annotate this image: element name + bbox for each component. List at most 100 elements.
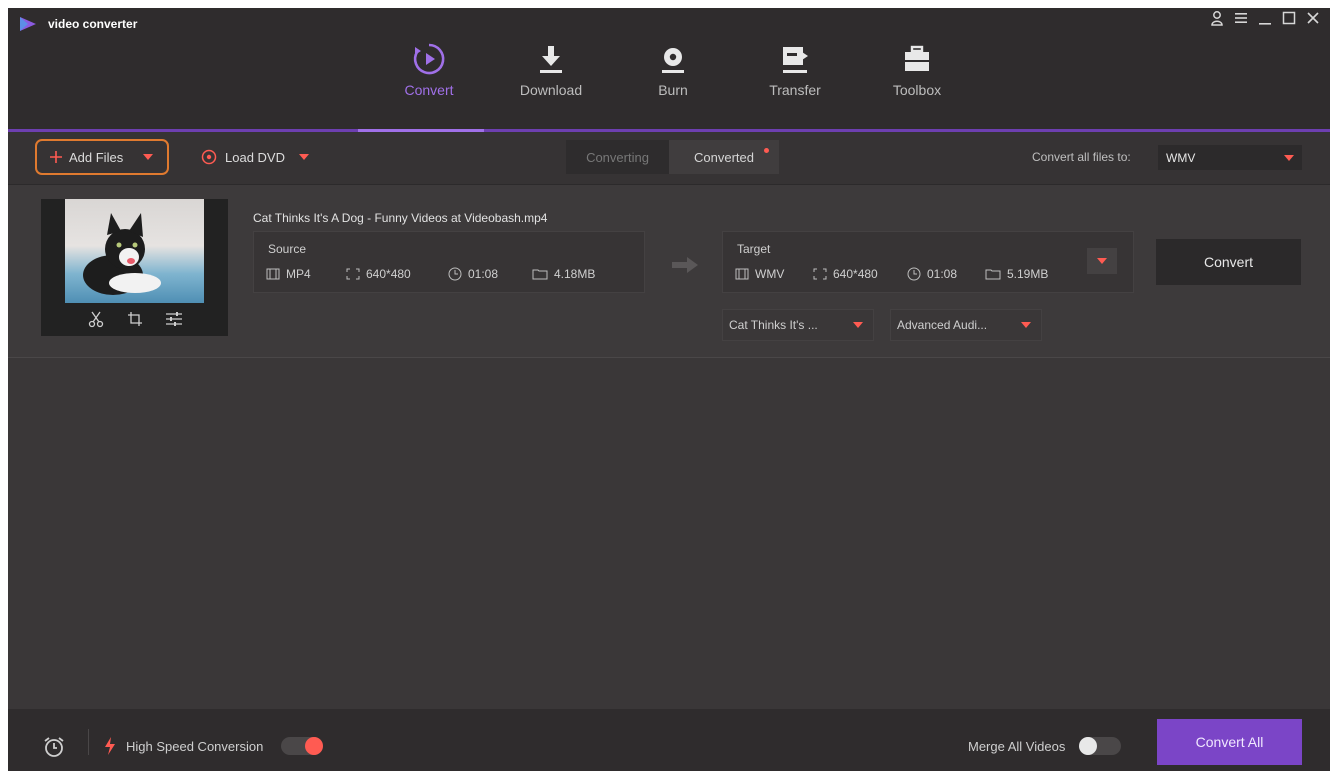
chevron-down-icon bbox=[853, 322, 863, 328]
target-size: 5.19MB bbox=[985, 267, 1048, 281]
target-format: WMV bbox=[735, 267, 784, 281]
tab-converted[interactable]: Converted bbox=[669, 140, 779, 174]
nav-convert-label: Convert bbox=[404, 82, 454, 98]
convert-all-files-label: Convert all files to: bbox=[1032, 150, 1131, 164]
film-icon bbox=[735, 268, 749, 280]
merge-toggle[interactable] bbox=[1079, 737, 1122, 755]
load-dvd-dropdown-icon[interactable] bbox=[298, 154, 309, 160]
clock-icon bbox=[448, 267, 462, 281]
nav-toolbox-label: Toolbox bbox=[892, 82, 942, 98]
close-icon[interactable] bbox=[1304, 10, 1322, 31]
notification-dot bbox=[764, 148, 769, 153]
download-icon bbox=[540, 46, 562, 73]
window-controls bbox=[1208, 10, 1322, 31]
maximize-icon[interactable] bbox=[1280, 10, 1298, 31]
status-tabs: Converting Converted bbox=[566, 140, 779, 174]
app-window: video converter Convert Download Burn Tr… bbox=[8, 8, 1330, 771]
source-duration: 01:08 bbox=[448, 267, 498, 281]
video-thumbnail[interactable] bbox=[65, 199, 204, 303]
audio-value: Advanced Audi... bbox=[897, 318, 988, 332]
source-info-box: Source MP4 640*480 01:08 4.18MB bbox=[253, 231, 645, 293]
resolution-icon bbox=[346, 268, 360, 280]
divider bbox=[88, 729, 89, 755]
plus-icon bbox=[50, 151, 62, 163]
target-info-box[interactable]: Target WMV 640*480 01:08 5.19MB bbox=[722, 231, 1134, 293]
arrow-right-icon bbox=[672, 257, 698, 273]
nav-transfer-label: Transfer bbox=[769, 82, 821, 98]
crop-icon[interactable] bbox=[127, 311, 143, 331]
tab-converted-label: Converted bbox=[694, 149, 754, 165]
high-speed-toggle[interactable] bbox=[281, 737, 324, 755]
cat-thumbnail-image bbox=[83, 213, 161, 295]
user-icon[interactable] bbox=[1208, 10, 1226, 31]
source-resolution: 640*480 bbox=[346, 267, 411, 281]
nav-burn-label: Burn bbox=[658, 82, 688, 98]
app-logo-icon bbox=[20, 17, 36, 31]
burn-icon bbox=[662, 48, 684, 73]
menu-icon[interactable] bbox=[1232, 10, 1250, 31]
convert-button[interactable]: Convert bbox=[1156, 239, 1301, 285]
dvd-icon bbox=[201, 149, 217, 165]
subtitle-value: Cat Thinks It's ... bbox=[729, 318, 818, 332]
file-name: Cat Thinks It's A Dog - Funny Videos at … bbox=[253, 211, 548, 225]
source-format: MP4 bbox=[266, 267, 311, 281]
chevron-down-icon bbox=[1284, 154, 1294, 161]
nav-download-label: Download bbox=[519, 82, 583, 98]
toolbar: Add Files Load DVD Converting Converted … bbox=[8, 132, 1330, 185]
toggle-knob bbox=[1079, 737, 1098, 755]
target-label: Target bbox=[737, 242, 771, 256]
toolbox-icon bbox=[905, 45, 929, 71]
thumbnail-tools bbox=[41, 307, 228, 335]
source-size-value: 4.18MB bbox=[554, 267, 596, 281]
source-size: 4.18MB bbox=[532, 267, 595, 281]
target-size-value: 5.19MB bbox=[1007, 267, 1049, 281]
toggle-knob bbox=[305, 737, 324, 755]
nav-toolbox[interactable]: Toolbox bbox=[856, 42, 978, 98]
top-bar: video converter Convert Download Burn Tr… bbox=[8, 8, 1330, 130]
merge-all-videos: Merge All Videos bbox=[968, 737, 1122, 755]
merge-label: Merge All Videos bbox=[968, 738, 1066, 754]
add-files-dropdown-icon[interactable] bbox=[143, 154, 154, 160]
alarm-clock-icon[interactable] bbox=[42, 735, 66, 764]
nav-transfer[interactable]: Transfer bbox=[734, 42, 856, 98]
folder-icon bbox=[985, 269, 1001, 280]
clock-icon bbox=[907, 267, 921, 281]
film-icon bbox=[266, 268, 280, 280]
target-resolution: 640*480 bbox=[813, 267, 878, 281]
main-nav: Convert Download Burn Transfer Toolbox bbox=[368, 42, 978, 98]
target-duration: 01:08 bbox=[907, 267, 957, 281]
folder-icon bbox=[532, 269, 548, 280]
source-format-value: MP4 bbox=[286, 267, 311, 281]
bottom-bar: High Speed Conversion Merge All Videos C… bbox=[8, 709, 1330, 771]
target-format-dropdown[interactable] bbox=[1087, 248, 1117, 274]
add-files-button[interactable]: Add Files bbox=[35, 139, 169, 175]
video-thumbnail-panel bbox=[41, 199, 228, 336]
output-format-select[interactable]: WMV bbox=[1158, 145, 1302, 170]
subtitle-select[interactable]: Cat Thinks It's ... bbox=[722, 309, 874, 341]
trim-icon[interactable] bbox=[87, 310, 105, 332]
target-format-value: WMV bbox=[755, 267, 785, 281]
resolution-icon bbox=[813, 268, 827, 280]
convert-all-button[interactable]: Convert All bbox=[1157, 719, 1302, 765]
audio-select[interactable]: Advanced Audi... bbox=[890, 309, 1042, 341]
minimize-icon[interactable] bbox=[1256, 10, 1274, 31]
convert-icon bbox=[413, 43, 445, 75]
brand: video converter bbox=[18, 16, 137, 32]
lightning-icon bbox=[105, 737, 115, 755]
target-resolution-value: 640*480 bbox=[833, 267, 878, 281]
tab-converting[interactable]: Converting bbox=[566, 140, 669, 174]
add-files-label: Add Files bbox=[69, 149, 124, 165]
nav-download[interactable]: Download bbox=[490, 42, 612, 98]
nav-burn[interactable]: Burn bbox=[612, 42, 734, 98]
high-speed-label: High Speed Conversion bbox=[126, 738, 264, 754]
nav-convert[interactable]: Convert bbox=[368, 42, 490, 98]
file-item: Cat Thinks It's A Dog - Funny Videos at … bbox=[8, 185, 1330, 358]
chevron-down-icon bbox=[1021, 322, 1031, 328]
load-dvd-label: Load DVD bbox=[225, 149, 285, 165]
source-resolution-value: 640*480 bbox=[366, 267, 411, 281]
tab-converting-label: Converting bbox=[586, 149, 649, 165]
app-name: video converter bbox=[48, 17, 138, 31]
load-dvd-button[interactable]: Load DVD bbox=[201, 149, 309, 165]
effects-settings-icon[interactable] bbox=[165, 311, 183, 331]
high-speed-conversion: High Speed Conversion bbox=[104, 737, 324, 755]
